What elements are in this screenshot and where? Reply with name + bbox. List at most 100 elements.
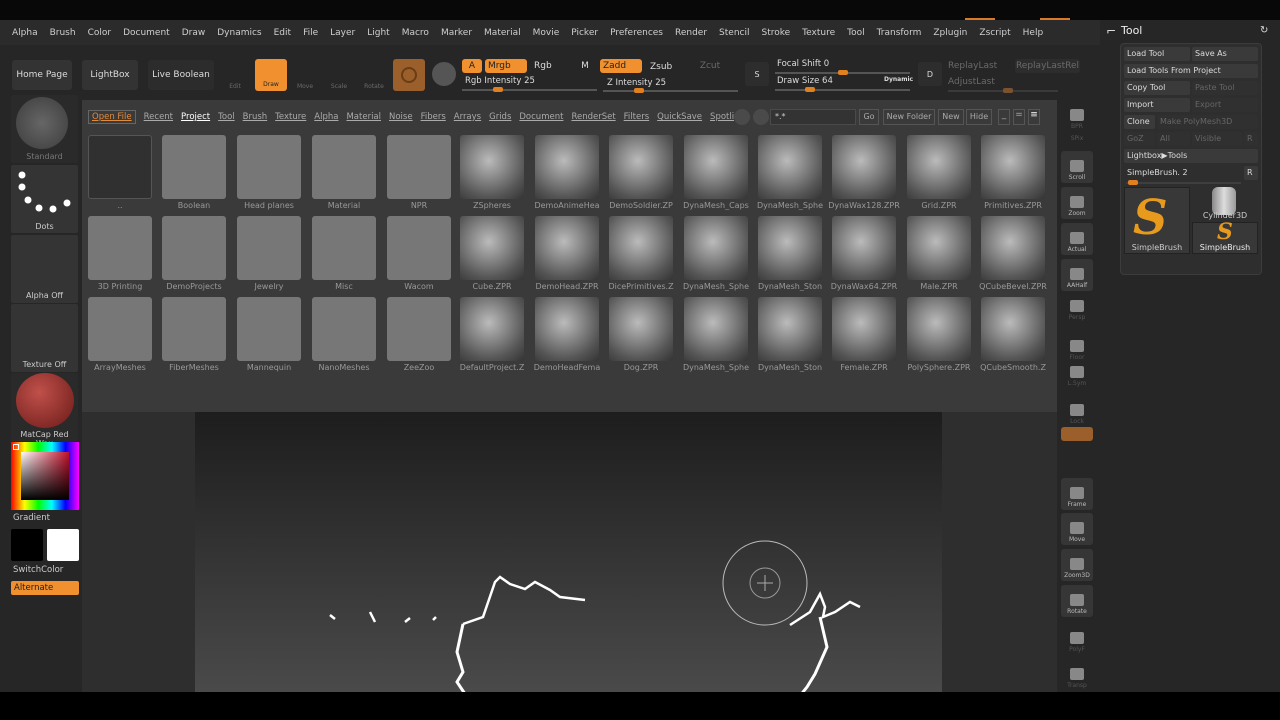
z-intensity-slider[interactable]: [603, 88, 738, 93]
export-button[interactable]: Export: [1192, 98, 1258, 112]
lightbox-folder[interactable]: [237, 135, 301, 199]
tool-thumb-simplebrush[interactable]: S SimpleBrush: [1124, 187, 1190, 254]
lightbox-tab-brush[interactable]: Brush: [243, 112, 268, 122]
r-button[interactable]: R: [1244, 166, 1258, 180]
menu-item-file[interactable]: File: [303, 28, 318, 38]
slider-knob[interactable]: [493, 87, 503, 92]
menu-item-picker[interactable]: Picker: [571, 28, 598, 38]
lightbox-file[interactable]: [460, 297, 524, 361]
menu-item-marker[interactable]: Marker: [441, 28, 472, 38]
lightbox-file[interactable]: [907, 216, 971, 280]
material-sphere-icon[interactable]: [432, 62, 456, 86]
hide-button[interactable]: Hide: [966, 109, 992, 125]
shelf-polyf-button[interactable]: PolyF: [1061, 623, 1093, 655]
menu-item-preferences[interactable]: Preferences: [610, 28, 663, 38]
shelf-rotate-button[interactable]: Rotate: [1061, 585, 1093, 617]
make-polymesh3d-button[interactable]: Make PolyMesh3D: [1157, 115, 1258, 129]
tool-slider-track[interactable]: [1126, 180, 1241, 185]
menu-item-color[interactable]: Color: [88, 28, 112, 38]
shelf-zoom-button[interactable]: Zoom: [1061, 187, 1093, 219]
lightbox-file[interactable]: [609, 216, 673, 280]
lightbox-folder[interactable]: [162, 297, 226, 361]
shelf-spix-button[interactable]: SPix: [1061, 130, 1093, 144]
new-folder-button[interactable]: New Folder: [883, 109, 935, 125]
draw-button[interactable]: Draw: [255, 59, 287, 91]
zsub-toggle[interactable]: Zsub: [646, 60, 686, 74]
slider-knob[interactable]: [1128, 180, 1138, 185]
scale-button[interactable]: Scale: [326, 60, 352, 90]
lightbox-folder[interactable]: [162, 135, 226, 199]
lightbox-folder[interactable]: [312, 135, 376, 199]
lightbox-tab-noise[interactable]: Noise: [389, 112, 413, 122]
lightbox-file[interactable]: [684, 135, 748, 199]
lightbox-tab-tool[interactable]: Tool: [218, 112, 235, 122]
rotate-button[interactable]: Rotate: [360, 60, 388, 90]
lightbox-folder[interactable]: [387, 297, 451, 361]
sym-s-button[interactable]: S: [745, 62, 769, 86]
menu-item-edit[interactable]: Edit: [274, 28, 291, 38]
lightbox-folder[interactable]: [237, 216, 301, 280]
menu-item-alpha[interactable]: Alpha: [12, 28, 38, 38]
lightbox-tab-document[interactable]: Document: [519, 112, 563, 122]
lightbox-tab-alpha[interactable]: Alpha: [314, 112, 338, 122]
lightbox-file[interactable]: [981, 297, 1045, 361]
load-tools-from-project-button[interactable]: Load Tools From Project: [1124, 64, 1258, 78]
lightbox-file[interactable]: [758, 135, 822, 199]
tool-thumb-simplebrush-small[interactable]: S SimpleBrush: [1192, 219, 1258, 254]
shelf-lock-button[interactable]: Lock: [1061, 395, 1093, 427]
home-page-button[interactable]: Home Page: [12, 60, 72, 90]
adjust-last-button[interactable]: AdjustLast: [948, 75, 1008, 89]
prev-arrow-icon[interactable]: [734, 109, 750, 125]
goz-button[interactable]: GoZ: [1124, 132, 1155, 146]
rgb-toggle[interactable]: Rgb: [530, 59, 570, 73]
lightbox-file[interactable]: [907, 135, 971, 199]
menu-item-zscript[interactable]: Zscript: [979, 28, 1010, 38]
lightbox-file[interactable]: [609, 135, 673, 199]
shelf-lsym-button[interactable]: L.Sym: [1061, 357, 1093, 389]
lightbox-tab-open-file[interactable]: Open File: [88, 110, 136, 124]
shelf-actual-button[interactable]: Actual: [1061, 223, 1093, 255]
lightbox-folder[interactable]: [312, 216, 376, 280]
lightbox-file[interactable]: [535, 297, 599, 361]
replay-last-rel-button[interactable]: ReplayLastRel: [1015, 59, 1080, 73]
lightbox-folder[interactable]: [88, 297, 152, 361]
document-canvas[interactable]: [195, 412, 942, 703]
menu-item-document[interactable]: Document: [123, 28, 170, 38]
all-button[interactable]: All: [1157, 132, 1190, 146]
lightbox-tab-project[interactable]: Project: [181, 112, 210, 122]
alternate-button[interactable]: Alternate: [11, 581, 79, 595]
next-arrow-icon[interactable]: [753, 109, 769, 125]
shelf-zoom3d-button[interactable]: Zoom3D: [1061, 549, 1093, 581]
save-as-button[interactable]: Save As: [1192, 47, 1258, 61]
lightbox-file[interactable]: [981, 216, 1045, 280]
menu-item-material[interactable]: Material: [484, 28, 521, 38]
stroke-selector[interactable]: Dots: [11, 165, 78, 233]
lightbox-file[interactable]: [609, 297, 673, 361]
lightbox-folder[interactable]: [387, 216, 451, 280]
m-toggle[interactable]: M: [575, 59, 595, 73]
lightbox-file[interactable]: [684, 297, 748, 361]
focal-shift-slider[interactable]: [775, 70, 910, 75]
lightbox-folder[interactable]: [88, 216, 152, 280]
lightbox-button[interactable]: LightBox: [82, 60, 138, 90]
menu-item-stencil[interactable]: Stencil: [719, 28, 749, 38]
lightbox-file[interactable]: [758, 216, 822, 280]
a-toggle[interactable]: A: [462, 59, 482, 73]
lightbox-file[interactable]: [758, 297, 822, 361]
lightbox-file[interactable]: [684, 216, 748, 280]
texture-selector[interactable]: Texture Off: [11, 304, 78, 372]
lightbox-tab-quicksave[interactable]: QuickSave: [657, 112, 702, 122]
shelf-persp-button[interactable]: Persp: [1061, 291, 1093, 323]
lightbox-file[interactable]: [907, 297, 971, 361]
main-color-swatch[interactable]: [11, 529, 43, 561]
menu-item-texture[interactable]: Texture: [802, 28, 835, 38]
lightbox-file[interactable]: [460, 216, 524, 280]
menu-item-stroke[interactable]: Stroke: [761, 28, 790, 38]
pick-icon[interactable]: ⌐: [1106, 24, 1116, 38]
shelf-aahalf-button[interactable]: AAHalf: [1061, 259, 1093, 291]
clone-button[interactable]: Clone: [1124, 115, 1155, 129]
size-medium-icon[interactable]: =: [1013, 109, 1025, 125]
slider-knob[interactable]: [805, 87, 815, 92]
color-picker[interactable]: [11, 442, 79, 510]
edit-button[interactable]: Edit: [222, 60, 248, 90]
